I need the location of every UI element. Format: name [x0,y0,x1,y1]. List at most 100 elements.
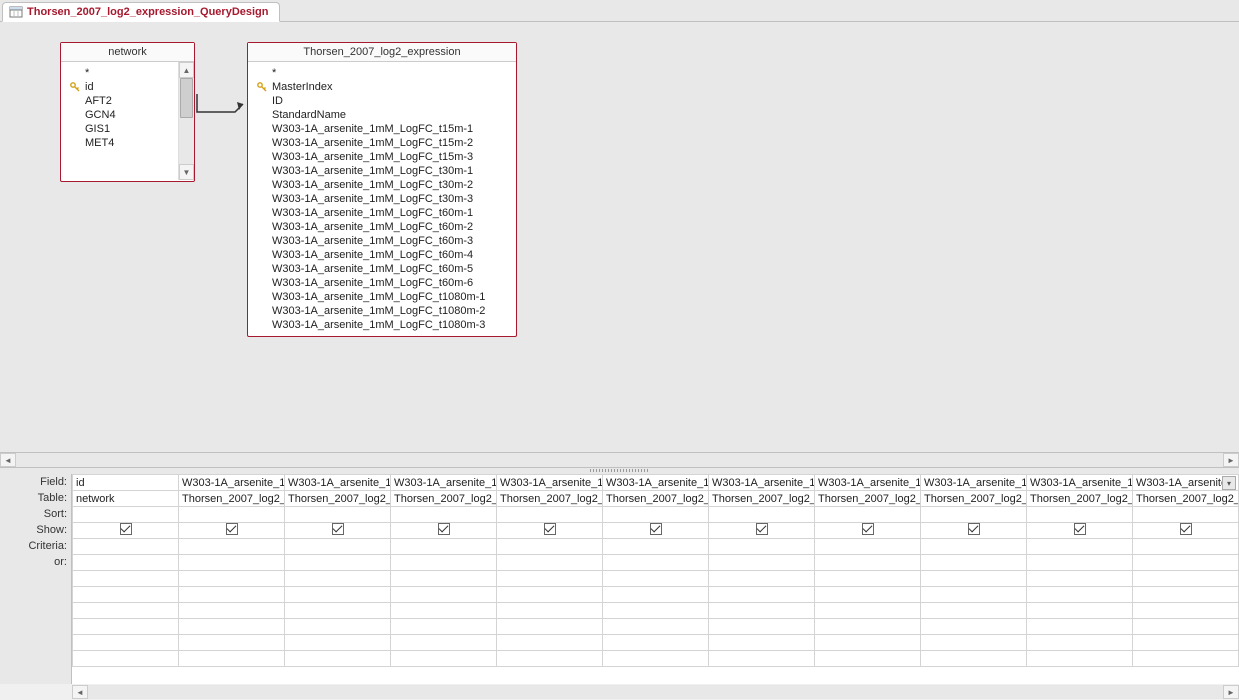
qbe-field-cell[interactable]: W303-1A_arsenite_1m [497,475,603,491]
qbe-blank-cell[interactable] [179,619,285,635]
field-row[interactable]: MET4 [61,136,178,150]
qbe-blank-cell[interactable] [391,555,497,571]
qbe-blank-cell[interactable] [497,587,603,603]
qbe-blank-cell[interactable] [391,603,497,619]
qbe-table-cell[interactable]: Thorsen_2007_log2_e [1133,491,1239,507]
qbe-blank-cell[interactable] [73,651,179,667]
checkbox-checked-icon[interactable] [226,523,238,535]
design-surface[interactable]: network *idAFT2GCN4GIS1MET4 ▲ ▼ Thorsen_… [0,22,1239,452]
qbe-blank-cell[interactable] [391,619,497,635]
field-row[interactable]: W303-1A_arsenite_1mM_LogFC_t15m-3 [248,150,516,164]
join-connector-icon[interactable] [195,92,250,122]
qbe-blank-cell[interactable] [285,571,391,587]
field-row[interactable]: W303-1A_arsenite_1mM_LogFC_t30m-2 [248,178,516,192]
field-row[interactable]: GCN4 [61,108,178,122]
qbe-criteria-cell[interactable] [179,539,285,555]
field-row[interactable]: W303-1A_arsenite_1mM_LogFC_t1080m-3 [248,318,516,332]
field-row[interactable]: W303-1A_arsenite_1mM_LogFC_t15m-2 [248,136,516,150]
qbe-blank-cell[interactable] [285,603,391,619]
field-row[interactable]: W303-1A_arsenite_1mM_LogFC_t60m-5 [248,262,516,276]
qbe-sort-cell[interactable] [285,507,391,523]
qbe-table-cell[interactable]: Thorsen_2007_log2_e [815,491,921,507]
field-row[interactable]: W303-1A_arsenite_1mM_LogFC_t30m-3 [248,192,516,206]
qbe-field-cell[interactable]: W303-1A_arsenite_1m [603,475,709,491]
qbe-show-cell[interactable] [179,523,285,539]
qbe-blank-cell[interactable] [73,603,179,619]
qbe-table-cell[interactable]: Thorsen_2007_log2_e [921,491,1027,507]
qbe-criteria-cell[interactable] [285,539,391,555]
qbe-sort-cell[interactable] [73,507,179,523]
qbe-field-cell[interactable]: W303-1A_arsenite_1m [179,475,285,491]
qbe-blank-cell[interactable] [1133,555,1239,571]
checkbox-checked-icon[interactable] [650,523,662,535]
qbe-blank-cell[interactable] [391,635,497,651]
qbe-blank-cell[interactable] [391,571,497,587]
qbe-blank-cell[interactable] [815,619,921,635]
qbe-table-cell[interactable]: Thorsen_2007_log2_e [179,491,285,507]
qbe-sort-cell[interactable] [1133,507,1239,523]
qbe-blank-cell[interactable] [1027,603,1133,619]
scrollbar-network[interactable]: ▲ ▼ [178,62,194,180]
qbe-table-cell[interactable]: Thorsen_2007_log2_e [709,491,815,507]
query-tab[interactable]: Thorsen_2007_log2_expression_QueryDesign [2,2,280,22]
qbe-blank-cell[interactable] [603,603,709,619]
qbe-sort-cell[interactable] [179,507,285,523]
qbe-blank-cell[interactable] [1133,651,1239,667]
qbe-sort-cell[interactable] [1027,507,1133,523]
qbe-table-cell[interactable]: Thorsen_2007_log2_e [1027,491,1133,507]
qbe-field-cell[interactable]: W303-1A_arsenite_1m [391,475,497,491]
qbe-blank-cell[interactable] [73,571,179,587]
qbe-blank-cell[interactable] [1027,619,1133,635]
qbe-blank-cell[interactable] [815,635,921,651]
qbe-blank-cell[interactable] [709,571,815,587]
qbe-blank-cell[interactable] [497,635,603,651]
qbe-blank-cell[interactable] [709,619,815,635]
scroll-right-icon[interactable]: ► [1223,685,1239,699]
field-row[interactable]: W303-1A_arsenite_1mM_LogFC_t60m-1 [248,206,516,220]
checkbox-checked-icon[interactable] [438,523,450,535]
field-row[interactable]: W303-1A_arsenite_1mM_LogFC_t60m-3 [248,234,516,248]
qbe-blank-cell[interactable] [709,651,815,667]
checkbox-checked-icon[interactable] [120,523,132,535]
qbe-show-cell[interactable] [921,523,1027,539]
qbe-blank-cell[interactable] [179,651,285,667]
qbe-blank-cell[interactable] [1027,571,1133,587]
qbe-blank-cell[interactable] [73,587,179,603]
qbe-table-cell[interactable]: network [73,491,179,507]
qbe-show-cell[interactable] [603,523,709,539]
field-row[interactable]: W303-1A_arsenite_1mM_LogFC_t60m-4 [248,248,516,262]
qbe-blank-cell[interactable] [497,571,603,587]
qbe-blank-cell[interactable] [73,635,179,651]
checkbox-checked-icon[interactable] [1180,523,1192,535]
scroll-down-icon[interactable]: ▼ [179,164,194,180]
checkbox-checked-icon[interactable] [756,523,768,535]
qbe-table-cell[interactable]: Thorsen_2007_log2_e [285,491,391,507]
qbe-show-cell[interactable] [709,523,815,539]
qbe-criteria-cell[interactable] [391,539,497,555]
qbe-blank-cell[interactable] [179,635,285,651]
qbe-blank-cell[interactable] [391,587,497,603]
qbe-blank-cell[interactable] [921,587,1027,603]
qbe-blank-cell[interactable] [603,587,709,603]
qbe-show-cell[interactable] [73,523,179,539]
qbe-blank-cell[interactable] [285,587,391,603]
qbe-sort-cell[interactable] [391,507,497,523]
qbe-blank-cell[interactable] [603,635,709,651]
checkbox-checked-icon[interactable] [862,523,874,535]
qbe-blank-cell[interactable] [179,555,285,571]
qbe-blank-cell[interactable] [1133,571,1239,587]
qbe-show-cell[interactable] [815,523,921,539]
qbe-blank-cell[interactable] [815,555,921,571]
qbe-sort-cell[interactable] [497,507,603,523]
qbe-show-cell[interactable] [1133,523,1239,539]
qbe-field-cell[interactable]: W303-1A_arsenite_1m [285,475,391,491]
qbe-criteria-cell[interactable] [497,539,603,555]
qbe-blank-cell[interactable] [921,635,1027,651]
qbe-show-cell[interactable] [497,523,603,539]
qbe-blank-cell[interactable] [497,619,603,635]
qbe-blank-cell[interactable] [815,587,921,603]
qbe-show-cell[interactable] [1027,523,1133,539]
scroll-thumb[interactable] [180,78,193,118]
qbe-blank-cell[interactable] [921,571,1027,587]
qbe-blank-cell[interactable] [815,651,921,667]
